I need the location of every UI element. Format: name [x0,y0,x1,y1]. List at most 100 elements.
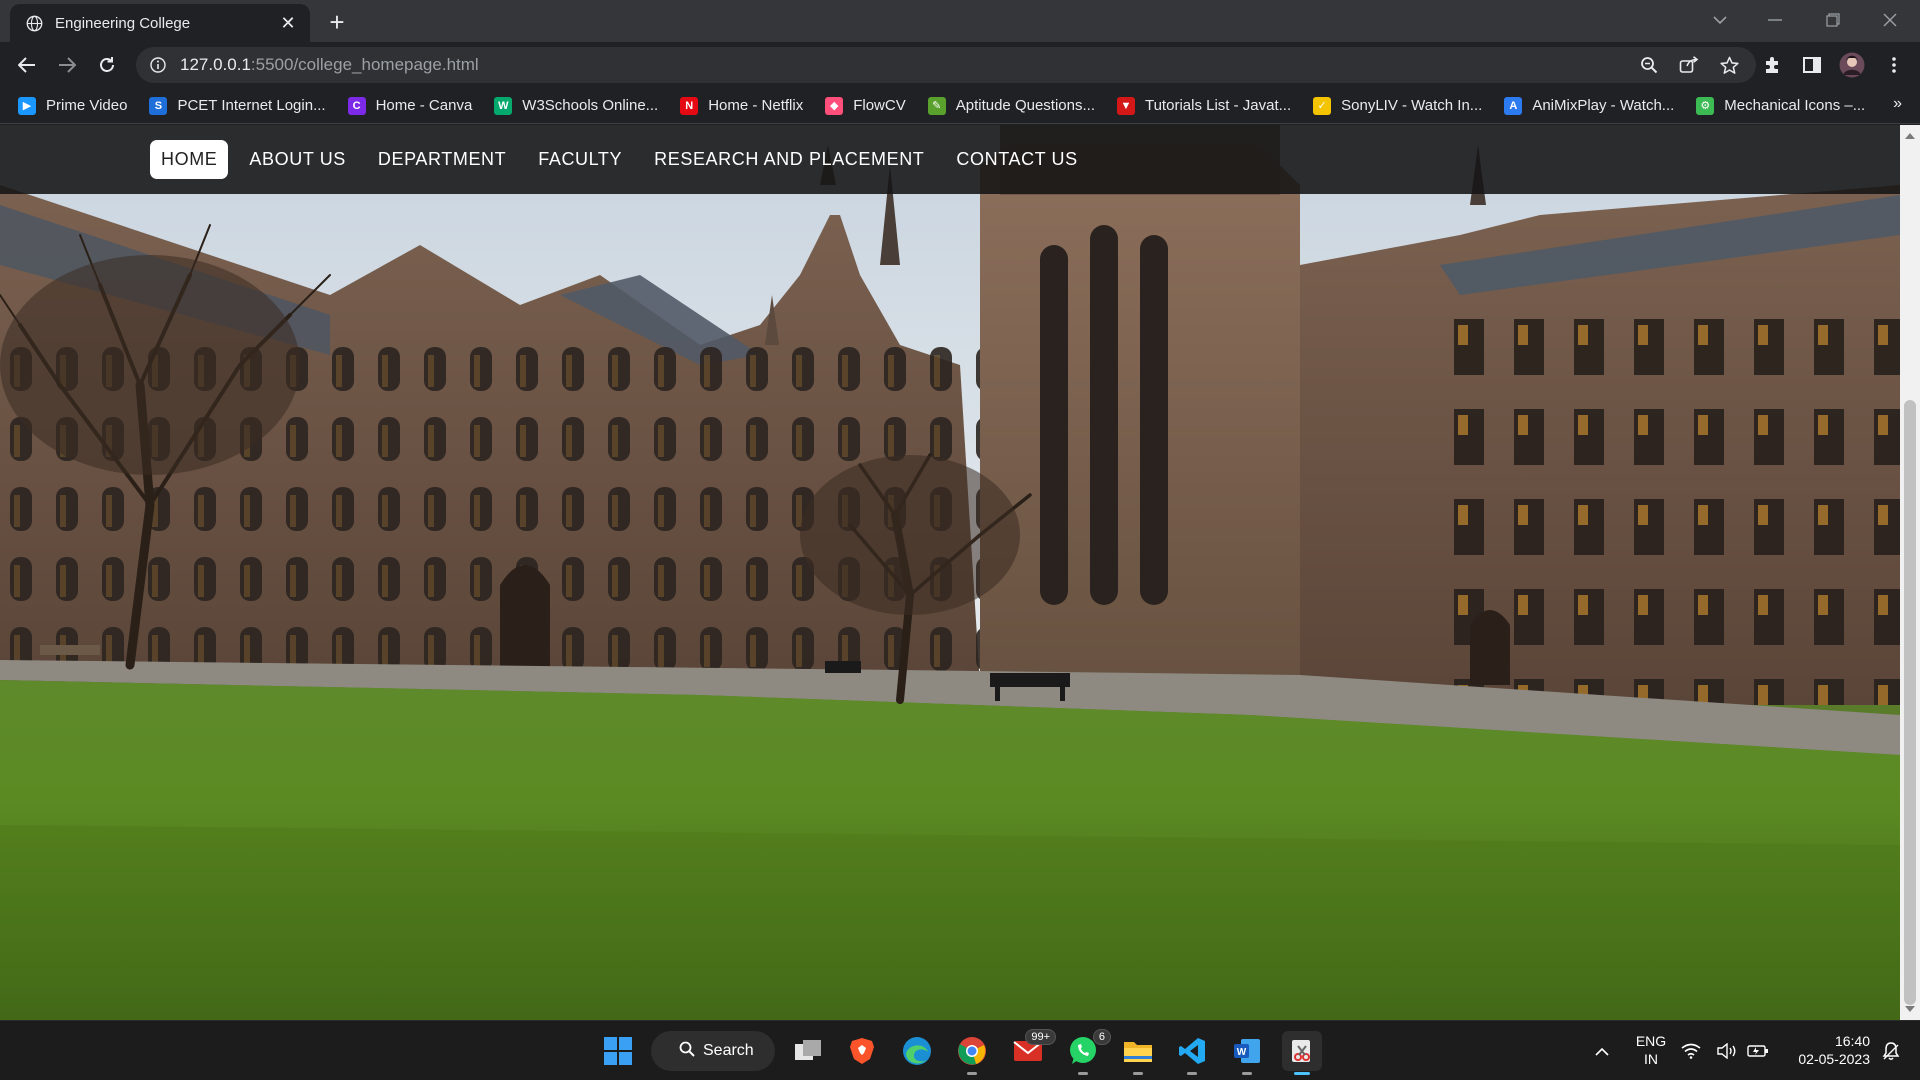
tab-strip: Engineering College ✕ + [0,0,1920,42]
bookmark-label: Home - Netflix [708,97,804,114]
windows-start-icon[interactable] [598,1031,638,1071]
whatsapp-badge: 6 [1092,1029,1111,1045]
taskbar-search-button[interactable]: Search [651,1031,775,1071]
region-code: IN [1644,1051,1658,1067]
new-tab-button[interactable]: + [325,9,349,35]
windows-taskbar: Search 99+ 6 W ENG IN 16:40 02-05-2023 [0,1020,1920,1080]
nav-link-faculty[interactable]: FACULTY [527,140,633,179]
bookmark-favicon-icon: ⚙ [1696,96,1715,115]
bookmark-favicon-icon: W [494,96,513,115]
nav-link-home[interactable]: HOME [150,140,229,179]
nav-link-research-and-placement[interactable]: RESEARCH AND PLACEMENT [643,140,935,179]
browser-tab-active[interactable]: Engineering College ✕ [10,4,310,42]
word-icon[interactable]: W [1227,1031,1267,1075]
edge-browser-icon[interactable] [897,1031,937,1071]
bookmark-favicon-icon: C [347,96,366,115]
back-icon[interactable] [13,51,41,79]
svg-text:W: W [1237,1047,1247,1058]
close-window-icon[interactable] [1870,8,1910,32]
bookmark-favicon-icon: S [149,96,168,115]
menu-kebab-icon[interactable] [1880,51,1908,79]
bookmark-item[interactable]: ⚙ Mechanical Icons –... [1696,96,1865,115]
bookmark-favicon-icon: A [1504,96,1523,115]
scroll-down-arrow-icon[interactable] [1905,1006,1915,1012]
bookmark-label: AniMixPlay - Watch... [1532,97,1675,114]
bookmark-item[interactable]: ▼ Tutorials List - Javat... [1116,96,1292,115]
share-icon[interactable] [1678,54,1700,76]
page-scrollbar[interactable] [1900,125,1920,1020]
file-explorer-icon[interactable] [1118,1031,1158,1075]
globe-icon [25,14,43,32]
nav-link-about-us[interactable]: ABOUT US [238,140,357,179]
bookmark-label: Prime Video [46,97,128,114]
bookmark-item[interactable]: ✎ Aptitude Questions... [927,96,1095,115]
side-panel-icon[interactable] [1798,51,1826,79]
clock-time: 16:40 [1834,1033,1870,1049]
bookmark-item[interactable]: ◆ FlowCV [825,96,906,115]
extensions-icon[interactable] [1758,51,1786,79]
chrome-browser-icon[interactable] [952,1031,992,1075]
site-info-icon[interactable] [150,57,166,73]
site-navbar: HOME ABOUT US DEPARTMENT FACULTY RESEARCH AN… [0,125,1900,194]
notification-bell-icon[interactable] [1876,1031,1906,1071]
bookmark-label: SonyLIV - Watch In... [1341,97,1483,114]
clock-date: 02-05-2023 [1798,1051,1870,1067]
system-clock[interactable]: 16:40 02-05-2023 [1778,1032,1870,1068]
bookmark-item[interactable]: W W3Schools Online... [494,96,659,115]
bookmark-label: PCET Internet Login... [177,97,326,114]
page-viewport: HOME ABOUT US DEPARTMENT FACULTY RESEARCH AN… [0,125,1900,1020]
profile-avatar[interactable] [1838,51,1866,79]
restore-icon[interactable] [1813,8,1853,32]
bookmark-item[interactable]: N Home - Netflix [680,96,804,115]
mail-badge: 99+ [1025,1029,1056,1045]
nav-link-department[interactable]: DEPARTMENT [367,140,517,179]
url-host: 127.0.0.1 [180,55,251,74]
address-bar[interactable]: 127.0.0.1:5500/college_homepage.html [136,47,1756,83]
zoom-icon[interactable] [1638,54,1660,76]
mail-app-icon[interactable]: 99+ [1008,1029,1056,1071]
bookmark-label: Aptitude Questions... [955,97,1095,114]
bookmark-item[interactable]: ✓ SonyLIV - Watch In... [1313,96,1483,115]
bookmark-favicon-icon: ▶ [18,96,36,115]
vscode-icon[interactable] [1172,1031,1212,1075]
reload-icon[interactable] [93,51,121,79]
bookmark-favicon-icon: ◆ [825,96,844,115]
scroll-up-arrow-icon[interactable] [1905,133,1915,139]
wifi-icon[interactable] [1678,1031,1704,1071]
campus-hero-image [0,125,1900,1020]
bookmark-favicon-icon: ▼ [1116,96,1135,115]
whatsapp-icon[interactable]: 6 [1063,1029,1111,1075]
brave-browser-icon[interactable] [842,1031,882,1071]
bookmark-item[interactable]: S PCET Internet Login... [149,96,326,115]
bookmark-label: Tutorials List - Javat... [1144,97,1292,114]
bookmark-item[interactable]: C Home - Canva [347,96,473,115]
bookmarks-bar: ▶ Prime Video S PCET Internet Login... C Home… [0,88,1920,124]
bookmark-item[interactable]: A AniMixPlay - Watch... [1504,96,1675,115]
search-label: Search [703,1042,754,1059]
browser-toolbar: 127.0.0.1:5500/college_homepage.html [0,42,1920,88]
bookmark-favicon-icon: ✎ [927,96,946,115]
tab-title: Engineering College [55,14,191,32]
snipping-tool-icon[interactable] [1282,1031,1322,1075]
bookmark-label: FlowCV [853,97,906,114]
nav-link-contact-us[interactable]: CONTACT US [945,140,1088,179]
minimize-icon[interactable] [1755,8,1795,32]
more-bookmarks-icon[interactable]: » [1893,95,1902,113]
close-tab-icon[interactable]: ✕ [278,13,298,33]
bookmark-label: W3Schools Online... [522,97,659,114]
url-path: :5500/college_homepage.html [250,55,479,74]
scrollbar-thumb[interactable] [1904,400,1916,1005]
volume-icon[interactable] [1714,1031,1740,1071]
task-view-icon[interactable] [788,1031,828,1071]
search-icon [679,1041,695,1062]
battery-icon[interactable] [1745,1031,1771,1071]
bookmark-favicon-icon: ✓ [1313,96,1332,115]
show-hidden-icons-chevron-icon[interactable] [1582,1031,1622,1071]
bookmark-favicon-icon: N [680,96,699,115]
forward-icon[interactable] [53,51,81,79]
bookmark-star-icon[interactable] [1718,54,1740,76]
bookmark-item[interactable]: ▶ Prime Video [18,96,128,115]
bookmark-label: Home - Canva [375,97,473,114]
tab-search-chevron-icon[interactable] [1700,8,1740,32]
input-language[interactable]: ENG IN [1628,1032,1674,1068]
